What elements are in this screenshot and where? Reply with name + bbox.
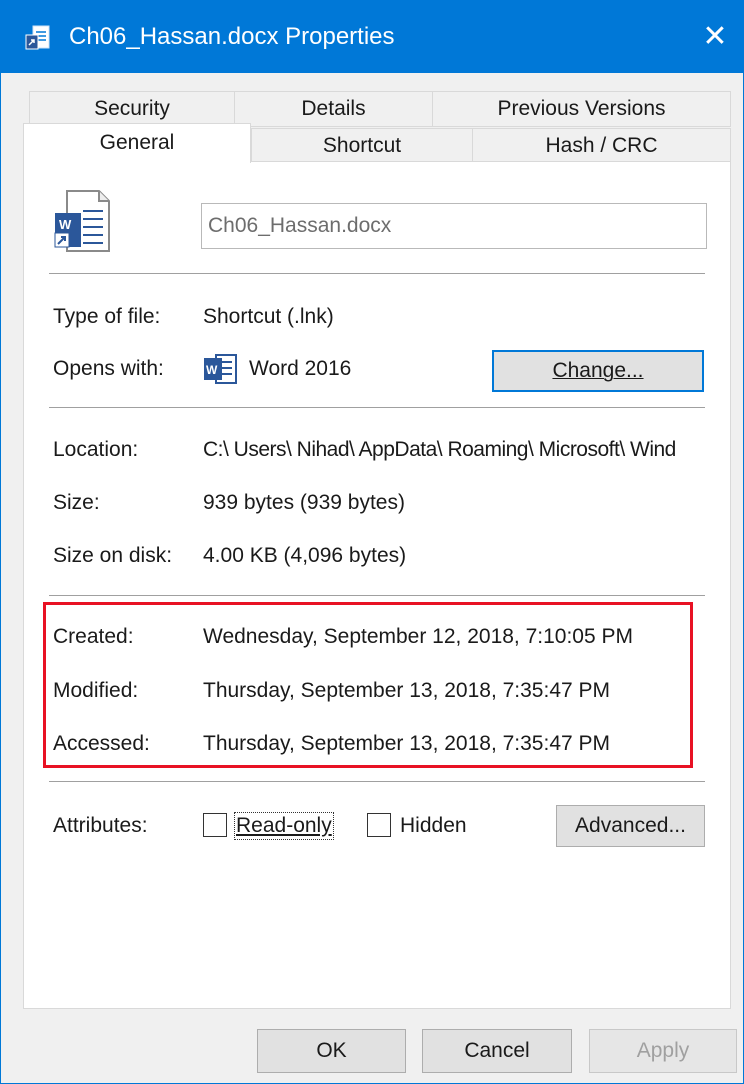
size-on-disk-value: 4.00 KB (4,096 bytes): [203, 544, 407, 567]
change-button[interactable]: Change...: [492, 350, 704, 392]
tab-details[interactable]: Details: [234, 91, 433, 127]
ok-button[interactable]: OK: [257, 1029, 406, 1073]
hidden-checkbox[interactable]: [367, 813, 391, 837]
general-tab-panel: [23, 161, 731, 1009]
file-name-field[interactable]: Ch06_Hassan.docx: [201, 203, 707, 249]
read-only-label[interactable]: Read-only: [234, 812, 334, 840]
close-button[interactable]: ✕: [695, 17, 735, 57]
separator: [49, 595, 705, 596]
window-title: Ch06_Hassan.docx Properties: [69, 23, 395, 50]
hidden-label[interactable]: Hidden: [400, 814, 467, 838]
size-label: Size:: [53, 491, 100, 514]
tab-general[interactable]: General: [23, 123, 251, 163]
word-document-shortcut-icon: W: [54, 190, 110, 252]
opens-with-value: Word 2016: [249, 357, 352, 380]
svg-text:W: W: [59, 217, 72, 232]
tab-shortcut[interactable]: Shortcut: [251, 128, 473, 164]
separator: [49, 407, 705, 408]
document-shortcut-icon: [25, 25, 50, 50]
svg-text:W: W: [206, 363, 218, 377]
tab-hash-crc[interactable]: Hash / CRC: [472, 128, 731, 164]
cancel-button[interactable]: Cancel: [422, 1029, 572, 1073]
word-app-icon: W: [204, 354, 237, 384]
separator: [49, 781, 705, 782]
properties-dialog: Ch06_Hassan.docx Properties ✕ Security D…: [0, 0, 744, 1084]
size-value: 939 bytes (939 bytes): [203, 491, 405, 514]
type-of-file-label: Type of file:: [53, 305, 161, 328]
dates-highlight-box: [43, 602, 693, 768]
location-value: C:\ Users\ Nihad\ AppData\ Roaming\ Micr…: [203, 438, 676, 461]
apply-button[interactable]: Apply: [589, 1029, 737, 1073]
location-label: Location:: [53, 438, 139, 461]
opens-with-label: Opens with:: [53, 357, 164, 380]
advanced-button[interactable]: Advanced...: [556, 805, 705, 847]
title-bar: Ch06_Hassan.docx Properties ✕: [1, 1, 743, 73]
separator: [49, 273, 705, 274]
tab-previous-versions[interactable]: Previous Versions: [432, 91, 731, 127]
attributes-label: Attributes:: [53, 814, 148, 837]
read-only-checkbox[interactable]: [203, 813, 227, 837]
tab-security[interactable]: Security: [29, 91, 235, 127]
size-on-disk-label: Size on disk:: [53, 544, 173, 567]
type-of-file-value: Shortcut (.lnk): [203, 305, 334, 328]
